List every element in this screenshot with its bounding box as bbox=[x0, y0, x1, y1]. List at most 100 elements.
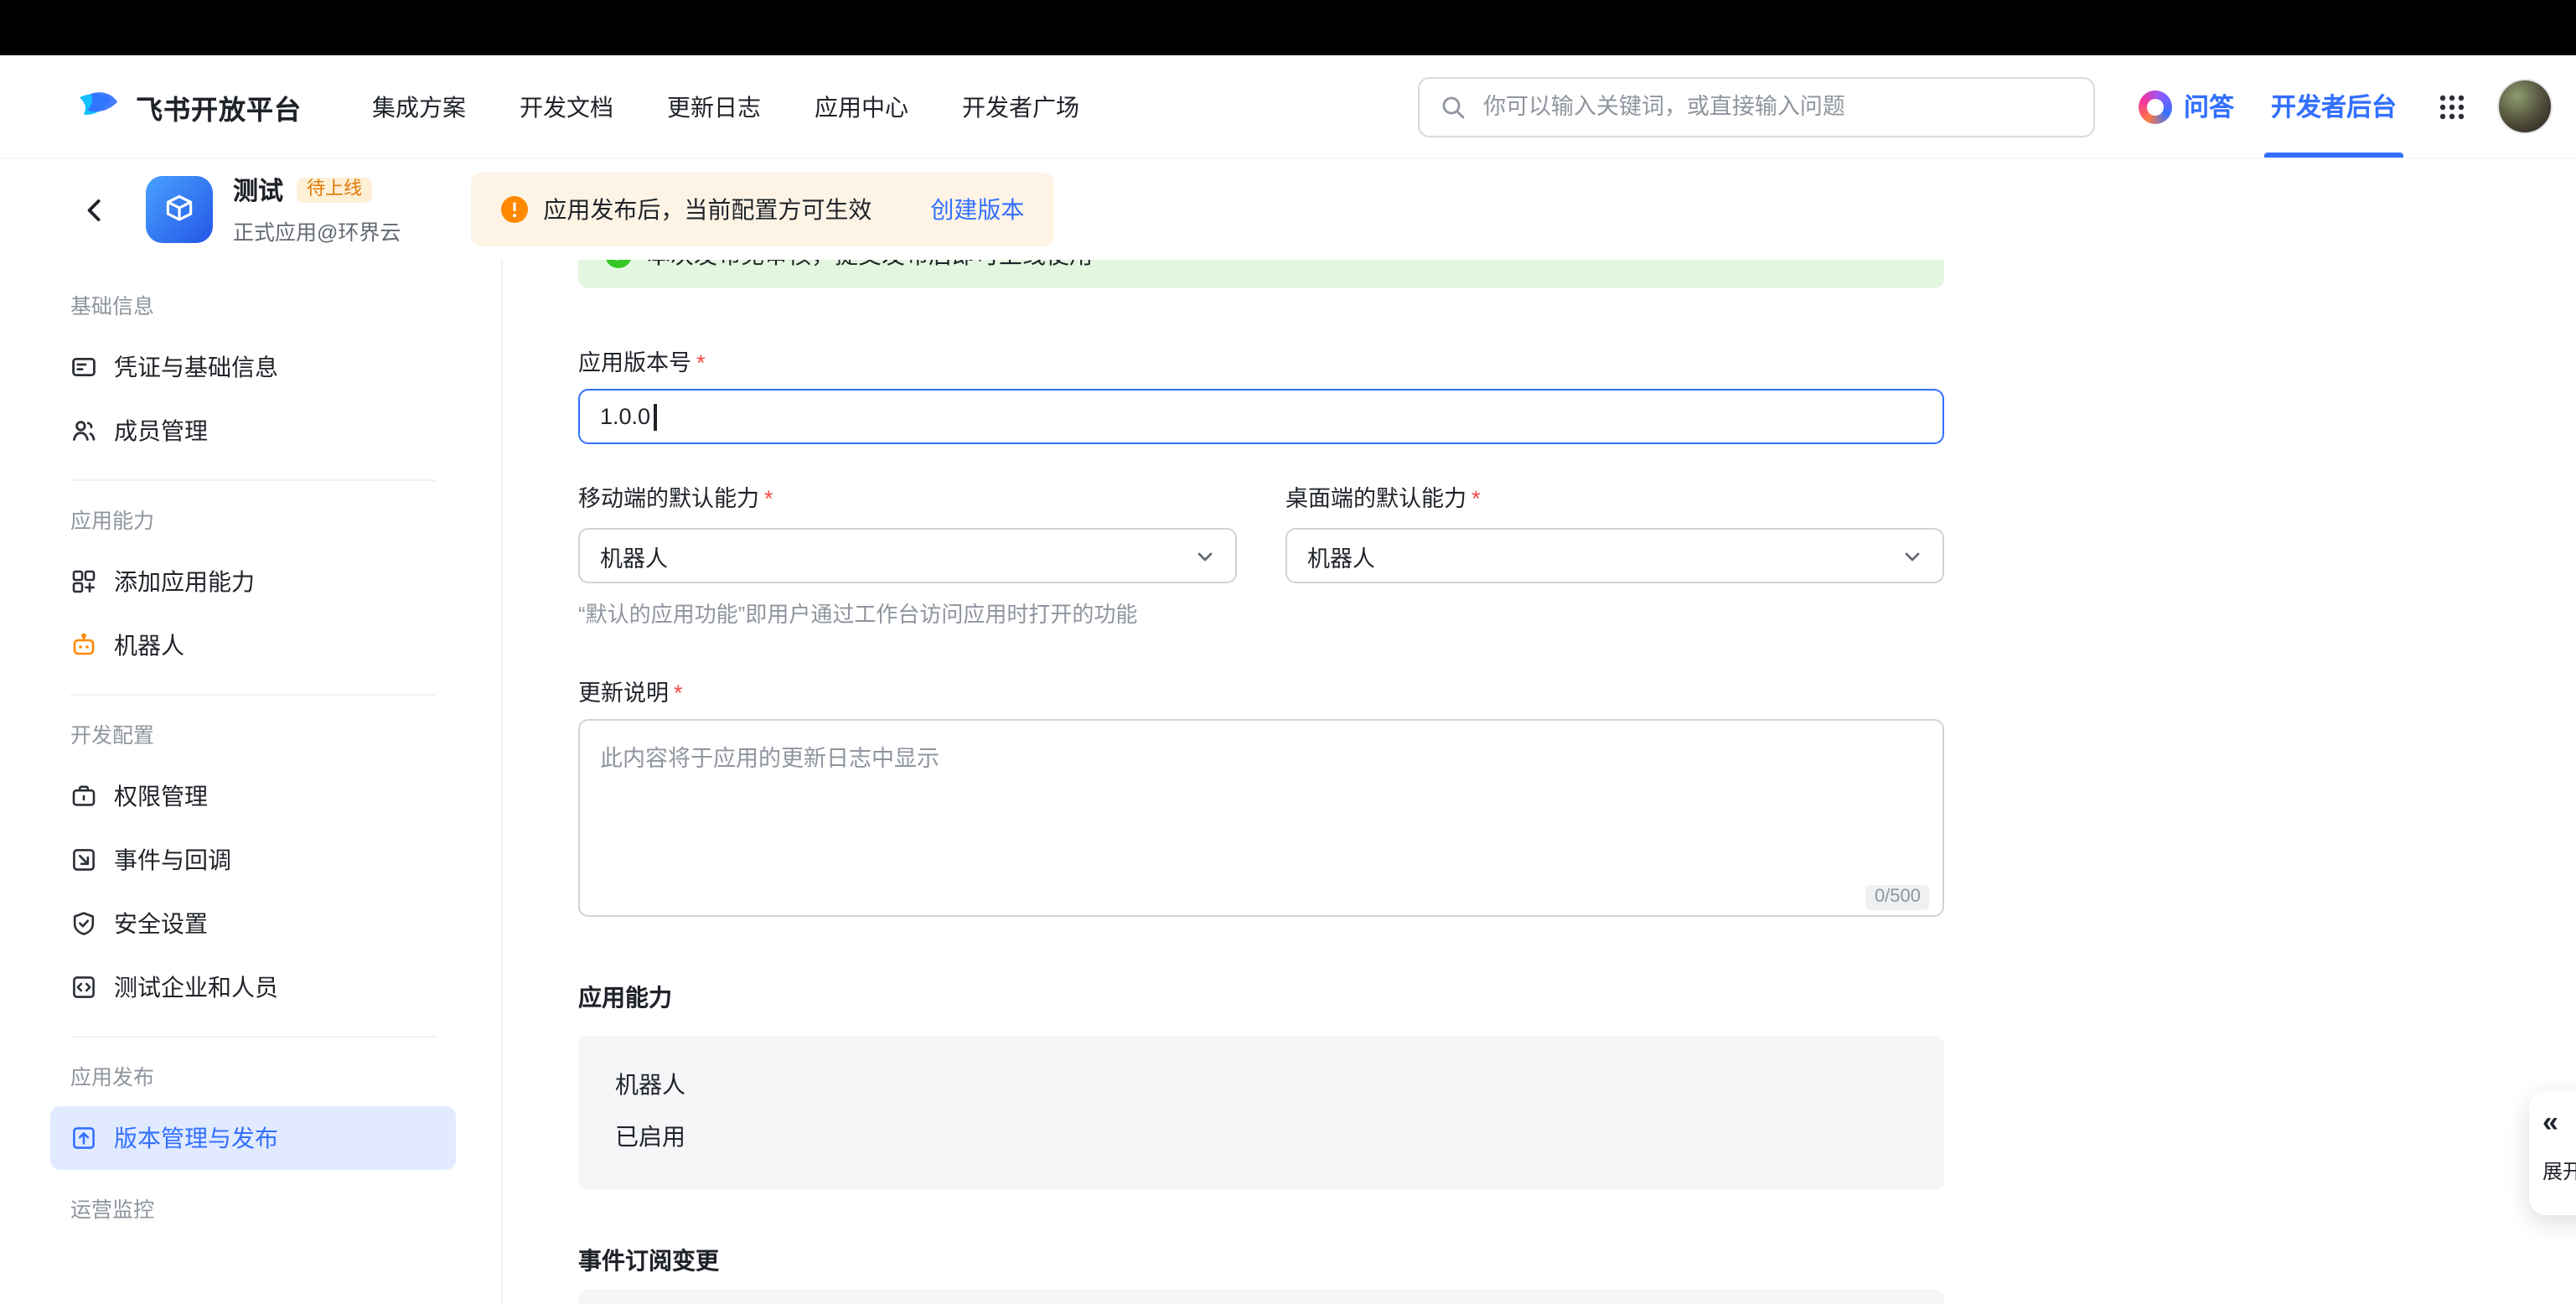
capability-status: 已启用 bbox=[615, 1121, 1907, 1151]
sidebar: 基础信息 凭证与基础信息 成员管理 bbox=[0, 260, 503, 1304]
mobile-capability-label: 移动端的默认能力* bbox=[578, 484, 1237, 515]
expand-label: 展开 bbox=[2542, 1157, 2576, 1185]
status-badge: 待上线 bbox=[297, 178, 372, 203]
capability-name: 机器人 bbox=[615, 1069, 1907, 1100]
capability-section-title: 应用能力 bbox=[578, 982, 1944, 1012]
sidebar-item-bot[interactable]: 机器人 bbox=[50, 613, 456, 677]
sidebar-section-dev-config: 开发配置 bbox=[70, 722, 456, 751]
console-label: 开发者后台 bbox=[2271, 89, 2397, 124]
sidebar-item-version-release[interactable]: 版本管理与发布 bbox=[50, 1106, 456, 1170]
version-value: 1.0.0 bbox=[600, 404, 650, 429]
required-mark: * bbox=[696, 350, 706, 375]
success-banner: 本次发布免审核，提交发布后即可上线使用 bbox=[578, 260, 1944, 288]
robot-icon bbox=[70, 632, 97, 659]
sidebar-divider bbox=[70, 1036, 436, 1038]
sidebar-item-test-company[interactable]: 测试企业和人员 bbox=[50, 955, 456, 1019]
app-subtitle: 正式应用@环界云 bbox=[233, 215, 401, 246]
event-callback-icon bbox=[70, 846, 97, 873]
mobile-capability-select[interactable]: 机器人 bbox=[578, 528, 1237, 583]
version-input[interactable]: 1.0.0 bbox=[578, 389, 1944, 444]
apps-grid-icon[interactable] bbox=[2437, 91, 2467, 122]
brand[interactable]: 飞书开放平台 bbox=[75, 84, 302, 129]
console-link[interactable]: 开发者后台 bbox=[2271, 55, 2397, 158]
header-right: 问答 开发者后台 bbox=[2139, 55, 2553, 158]
sidebar-item-label: 添加应用能力 bbox=[114, 565, 255, 598]
sidebar-item-label: 事件与回调 bbox=[114, 843, 231, 877]
qa-link[interactable]: 问答 bbox=[2139, 89, 2234, 124]
members-icon bbox=[70, 417, 97, 444]
back-button[interactable] bbox=[75, 191, 112, 228]
version-release-icon bbox=[70, 1125, 97, 1151]
sidebar-item-add-capability[interactable]: 添加应用能力 bbox=[50, 550, 456, 613]
update-notes-wrap: 0/500 bbox=[578, 719, 1944, 925]
sidebar-item-events[interactable]: 事件与回调 bbox=[50, 828, 456, 892]
system-bar bbox=[0, 0, 2576, 55]
chevron-down-icon bbox=[1195, 546, 1215, 566]
body: 基础信息 凭证与基础信息 成员管理 bbox=[0, 260, 2576, 1304]
collapse-chevrons-icon: « bbox=[2542, 1108, 2558, 1136]
capability-panel: 机器人 已启用 bbox=[578, 1036, 1944, 1190]
qa-label: 问答 bbox=[2184, 89, 2234, 124]
text-caret bbox=[654, 403, 656, 430]
qa-ring-icon bbox=[2139, 90, 2172, 123]
nav-item-dev-plaza[interactable]: 开发者广场 bbox=[962, 90, 1079, 123]
avatar[interactable] bbox=[2497, 79, 2553, 134]
sidebar-item-label: 凭证与基础信息 bbox=[114, 350, 278, 384]
required-mark: * bbox=[674, 680, 683, 706]
sidebar-divider bbox=[70, 694, 436, 696]
nav-item-docs[interactable]: 开发文档 bbox=[520, 90, 613, 123]
sidebar-item-members[interactable]: 成员管理 bbox=[50, 399, 456, 463]
nav-item-integration[interactable]: 集成方案 bbox=[372, 90, 466, 123]
sidebar-section-capability: 应用能力 bbox=[70, 508, 456, 536]
sidebar-item-label: 权限管理 bbox=[114, 779, 208, 813]
update-notes-label: 更新说明* bbox=[578, 679, 1944, 709]
sidebar-item-label: 安全设置 bbox=[114, 907, 208, 940]
warning-icon bbox=[501, 196, 528, 223]
search-box[interactable] bbox=[1418, 76, 2095, 137]
add-capability-icon bbox=[70, 568, 97, 595]
events-panel bbox=[578, 1289, 1944, 1304]
create-version-link[interactable]: 创建版本 bbox=[930, 193, 1024, 226]
main-content: 本次发布免审核，提交发布后即可上线使用 应用版本号* 1.0.0 移动端的默认能… bbox=[503, 260, 2576, 1304]
chevron-down-icon bbox=[1902, 546, 1922, 566]
sidebar-item-credentials[interactable]: 凭证与基础信息 bbox=[50, 335, 456, 399]
select-value: 机器人 bbox=[1307, 539, 1375, 572]
window: 飞书开放平台 集成方案 开发文档 更新日志 应用中心 开发者广场 问答 bbox=[0, 0, 2576, 1304]
brand-title: 飞书开放平台 bbox=[136, 86, 302, 127]
sidebar-item-security[interactable]: 安全设置 bbox=[50, 892, 456, 955]
sidebar-item-label: 版本管理与发布 bbox=[114, 1121, 278, 1155]
banner-text: 本次发布免审核，提交发布后即可上线使用 bbox=[647, 260, 1093, 272]
sidebar-item-label: 成员管理 bbox=[114, 414, 208, 448]
required-mark: * bbox=[764, 486, 773, 511]
app-icon bbox=[146, 176, 213, 243]
sidebar-section-release: 应用发布 bbox=[70, 1064, 456, 1093]
permission-icon bbox=[70, 783, 97, 810]
sidebar-section-monitor: 运营监控 bbox=[70, 1197, 456, 1225]
sidebar-divider bbox=[70, 479, 436, 481]
main-nav: 集成方案 开发文档 更新日志 应用中心 开发者广场 bbox=[372, 90, 1079, 123]
sidebar-section-basic: 基础信息 bbox=[70, 293, 456, 322]
char-counter: 0/500 bbox=[1866, 885, 1929, 910]
sidebar-item-label: 机器人 bbox=[114, 629, 184, 662]
events-section-title: 事件订阅变更 bbox=[578, 1245, 1944, 1276]
app-name-block: 测试 待上线 正式应用@环界云 bbox=[233, 173, 401, 246]
sidebar-item-permissions[interactable]: 权限管理 bbox=[50, 764, 456, 828]
update-notes-textarea[interactable] bbox=[578, 719, 1944, 917]
app-bar: 测试 待上线 正式应用@环界云 应用发布后，当前配置方可生效 创建版本 bbox=[0, 159, 2576, 260]
nav-item-app-center[interactable]: 应用中心 bbox=[815, 90, 908, 123]
nav-item-changelog[interactable]: 更新日志 bbox=[667, 90, 761, 123]
test-users-icon bbox=[70, 974, 97, 1001]
credential-icon bbox=[70, 354, 97, 380]
app-name: 测试 bbox=[233, 173, 283, 208]
shield-icon bbox=[70, 910, 97, 937]
notice-text: 应用发布后，当前配置方可生效 bbox=[543, 193, 872, 226]
version-label: 应用版本号* bbox=[578, 349, 1944, 379]
publish-notice: 应用发布后，当前配置方可生效 创建版本 bbox=[471, 173, 1054, 246]
desktop-capability-label: 桌面端的默认能力* bbox=[1285, 484, 1944, 515]
top-header: 飞书开放平台 集成方案 开发文档 更新日志 应用中心 开发者广场 问答 bbox=[0, 55, 2576, 159]
search-input[interactable] bbox=[1480, 92, 2073, 121]
search-icon bbox=[1440, 93, 1466, 120]
desktop-capability-select[interactable]: 机器人 bbox=[1285, 528, 1944, 583]
expand-panel-button[interactable]: « 展开 bbox=[2529, 1091, 2576, 1215]
select-value: 机器人 bbox=[600, 539, 668, 572]
